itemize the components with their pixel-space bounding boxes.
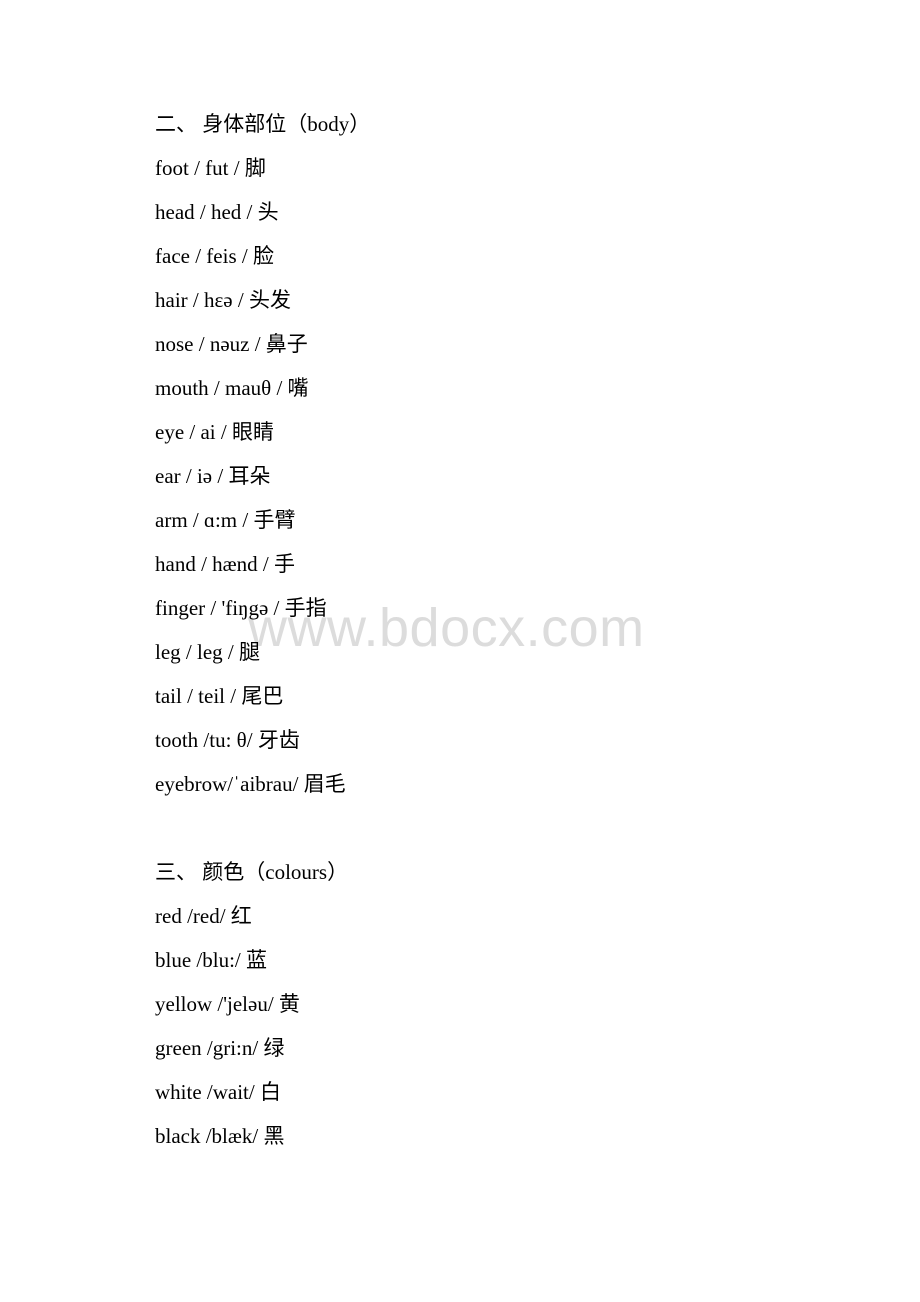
vocab-entry: eyebrow/ˈaibrau/ 眉毛 [155, 772, 346, 796]
document-body: 二、 身体部位（body） foot / fut / 脚 head / hed … [155, 102, 855, 1158]
vocab-entry: eye / ai / 眼睛 [155, 420, 274, 444]
vocab-entry: nose / nəuz / 鼻子 [155, 332, 308, 356]
vocab-entry: finger / 'fiŋgə / 手指 [155, 596, 327, 620]
vocab-entry: tooth /tu: θ/ 牙齿 [155, 728, 300, 752]
vocab-entry: ear / iə / 耳朵 [155, 464, 271, 488]
document-page: www.bdocx.com 二、 身体部位（body） foot / fut /… [0, 0, 920, 1302]
vocab-entry: arm / ɑ:m / 手臂 [155, 508, 296, 532]
vocab-entry: blue /blu:/ 蓝 [155, 948, 267, 972]
vocab-entry: face / feis / 脸 [155, 244, 274, 268]
vocab-entry: head / hed / 头 [155, 200, 279, 224]
vocab-entry: leg / leg / 腿 [155, 640, 260, 664]
vocab-entry: green /gri:n/ 绿 [155, 1036, 285, 1060]
vocab-entry: mouth / mauθ / 嘴 [155, 376, 309, 400]
vocab-entry: white /wait/ 白 [155, 1080, 281, 1104]
vocab-entry: tail / teil / 尾巴 [155, 684, 284, 708]
vocab-entry: yellow /'jeləu/ 黄 [155, 992, 300, 1016]
section-colours: 三、 颜色（colours） red /red/ 红 blue /blu:/ 蓝… [155, 850, 855, 1158]
section-heading-body-parts: 二、 身体部位（body） [155, 112, 371, 136]
vocab-entry: black /blæk/ 黑 [155, 1124, 285, 1148]
vocab-entry: red /red/ 红 [155, 904, 252, 928]
vocab-entry: hand / hænd / 手 [155, 552, 295, 576]
section-body-parts: 二、 身体部位（body） foot / fut / 脚 head / hed … [155, 102, 855, 806]
vocab-entry: foot / fut / 脚 [155, 156, 266, 180]
vocab-entry: hair / hɛə / 头发 [155, 288, 291, 312]
section-heading-colours: 三、 颜色（colours） [155, 860, 349, 884]
